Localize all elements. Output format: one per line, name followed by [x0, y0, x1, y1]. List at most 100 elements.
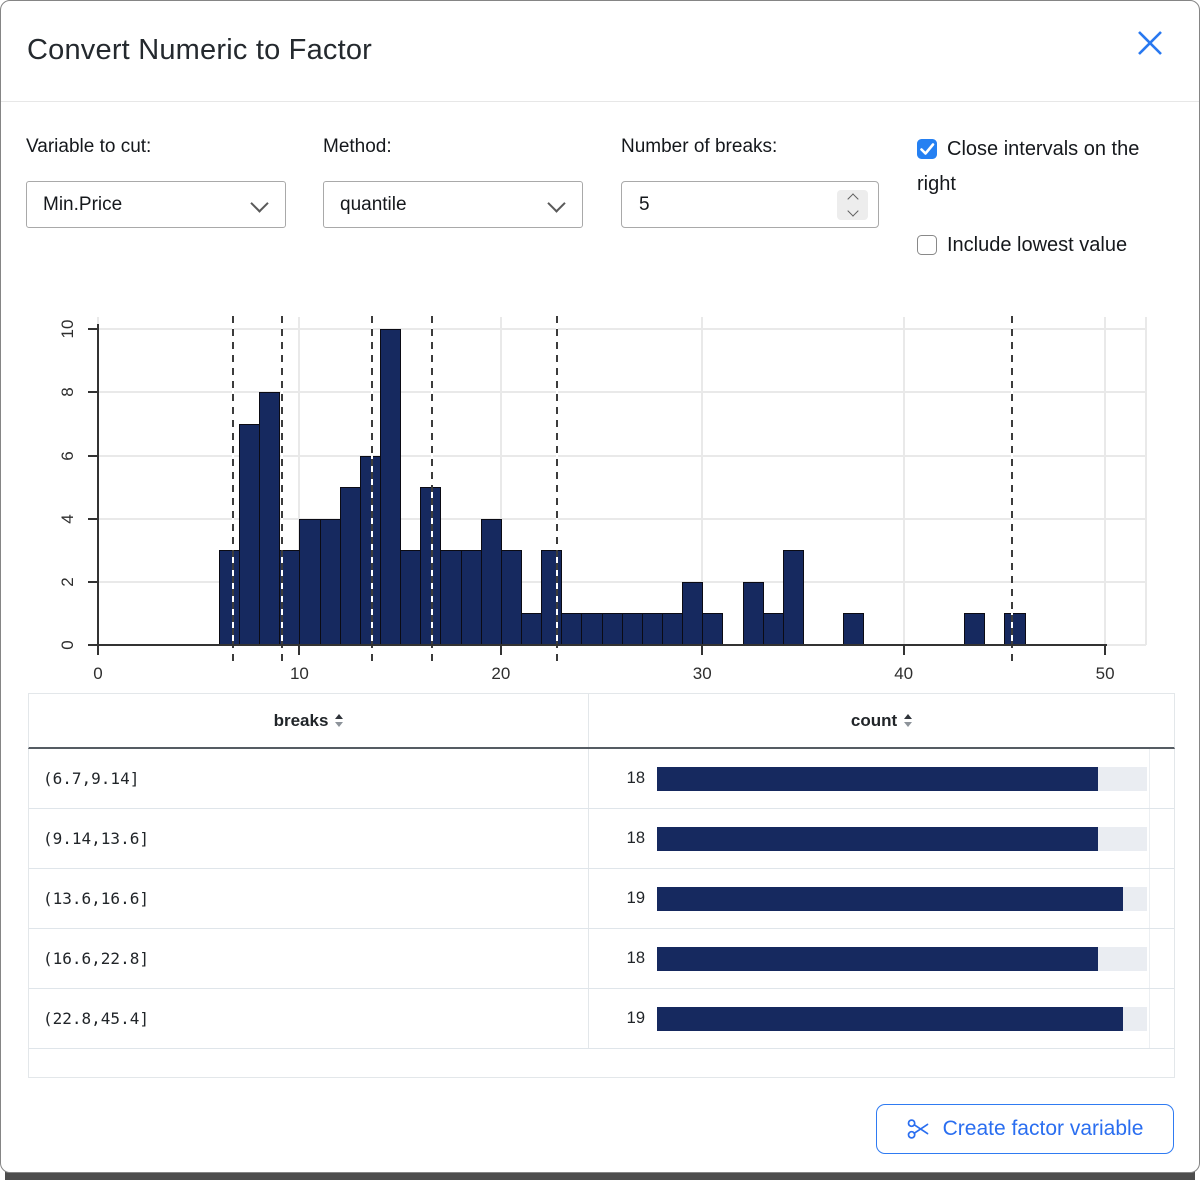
table-row[interactable]: (13.6,16.6]19	[29, 869, 1174, 929]
histogram-bar	[662, 613, 683, 646]
count-bar-track	[657, 827, 1147, 851]
table-scroll-gutter	[1149, 749, 1150, 808]
histogram-bar	[259, 392, 280, 646]
x-tick	[701, 646, 703, 655]
count-bar	[657, 827, 1098, 851]
count-value: 18	[589, 949, 645, 968]
table-row[interactable]: (9.14,13.6]18	[29, 809, 1174, 869]
histogram-bar	[743, 582, 764, 646]
histogram-bar	[440, 550, 461, 646]
histogram-bar	[461, 550, 482, 646]
convert-numeric-dialog: Convert Numeric to Factor Variable to cu…	[0, 0, 1200, 1173]
x-tick-label: 40	[881, 664, 927, 684]
break-line	[281, 316, 283, 662]
count-bar	[657, 1007, 1123, 1031]
count-bar	[657, 887, 1123, 911]
y-tick-label: 10	[58, 311, 76, 347]
histogram-bar	[239, 424, 260, 646]
y-tick-label: 6	[58, 438, 76, 474]
create-factor-button[interactable]: Create factor variable	[876, 1104, 1174, 1154]
grid-line-x	[903, 317, 905, 645]
break-line	[556, 316, 558, 662]
count-cell: 19	[589, 989, 1174, 1048]
histogram-bar	[521, 613, 542, 646]
table-footer	[28, 1049, 1175, 1078]
x-tick-label: 30	[679, 664, 725, 684]
count-bar-track	[657, 1007, 1147, 1031]
histogram-bar	[400, 550, 421, 646]
histogram-bar	[622, 613, 643, 646]
count-cell: 18	[589, 929, 1174, 988]
table-scroll-gutter	[1149, 989, 1150, 1048]
create-factor-label: Create factor variable	[943, 1117, 1144, 1141]
histogram-bar	[380, 329, 401, 646]
table-row[interactable]: (16.6,22.8]18	[29, 929, 1174, 989]
column-header-count[interactable]: count	[589, 694, 1174, 747]
histogram-bar	[481, 519, 502, 646]
column-header-breaks[interactable]: breaks	[29, 694, 589, 747]
histogram-bar	[682, 582, 703, 646]
grid-line-x	[1104, 317, 1106, 645]
y-tick	[88, 644, 97, 646]
count-bar-track	[657, 887, 1147, 911]
breaks-cell: (13.6,16.6]	[29, 869, 589, 928]
break-line	[1011, 316, 1013, 662]
table-scroll-gutter	[1149, 809, 1150, 868]
histogram-bar	[501, 550, 522, 646]
x-tick	[500, 646, 502, 655]
histogram-bar	[1004, 613, 1025, 646]
count-cell: 18	[589, 749, 1174, 808]
sort-icon	[335, 714, 343, 727]
x-tick	[903, 646, 905, 655]
sort-icon	[904, 714, 912, 727]
y-tick	[88, 328, 97, 330]
histogram-bar	[561, 613, 582, 646]
count-cell: 18	[589, 809, 1174, 868]
histogram-bar	[541, 550, 562, 646]
histogram-bar	[299, 519, 320, 646]
count-bar	[657, 767, 1098, 791]
break-line	[232, 316, 234, 662]
x-tick-label: 50	[1082, 664, 1128, 684]
histogram-bar	[763, 613, 784, 646]
count-value: 18	[589, 829, 645, 848]
histogram-bar	[964, 613, 985, 646]
table-row[interactable]: (6.7,9.14]18	[29, 749, 1174, 809]
y-tick	[88, 581, 97, 583]
y-tick	[88, 518, 97, 520]
histogram-bar	[702, 613, 723, 646]
count-bar-track	[657, 767, 1147, 791]
y-axis	[97, 324, 99, 651]
x-tick	[97, 646, 99, 655]
table-scroll-gutter	[1149, 869, 1150, 928]
histogram-bar	[783, 550, 804, 646]
table-header-row: breaks count	[28, 693, 1175, 749]
break-line	[431, 316, 433, 662]
table-row[interactable]: (22.8,45.4]19	[29, 989, 1174, 1049]
y-tick-label: 0	[58, 627, 76, 663]
y-tick	[88, 391, 97, 393]
x-tick-label: 0	[75, 664, 121, 684]
histogram-plot: 010203040500246810	[1, 1, 1200, 701]
x-tick	[1104, 646, 1106, 655]
breaks-table: breaks count (6.7,9.14]18(9.14,13.6]18(1…	[28, 693, 1175, 1078]
count-cell: 19	[589, 869, 1174, 928]
grid-line-y	[98, 328, 1146, 330]
scissors-icon	[907, 1117, 931, 1141]
x-tick-label: 10	[276, 664, 322, 684]
histogram-bar	[581, 613, 602, 646]
table-scroll-gutter	[1149, 929, 1150, 988]
count-value: 18	[589, 769, 645, 788]
break-line	[371, 316, 373, 662]
count-bar-track	[657, 947, 1147, 971]
histogram-bar	[219, 550, 240, 646]
y-tick-label: 2	[58, 564, 76, 600]
count-value: 19	[589, 889, 645, 908]
grid-line-x	[1145, 317, 1147, 645]
count-bar	[657, 947, 1098, 971]
breaks-cell: (16.6,22.8]	[29, 929, 589, 988]
histogram-bar	[602, 613, 623, 646]
x-tick-label: 20	[478, 664, 524, 684]
y-tick-label: 8	[58, 374, 76, 410]
histogram-bar	[340, 487, 361, 646]
